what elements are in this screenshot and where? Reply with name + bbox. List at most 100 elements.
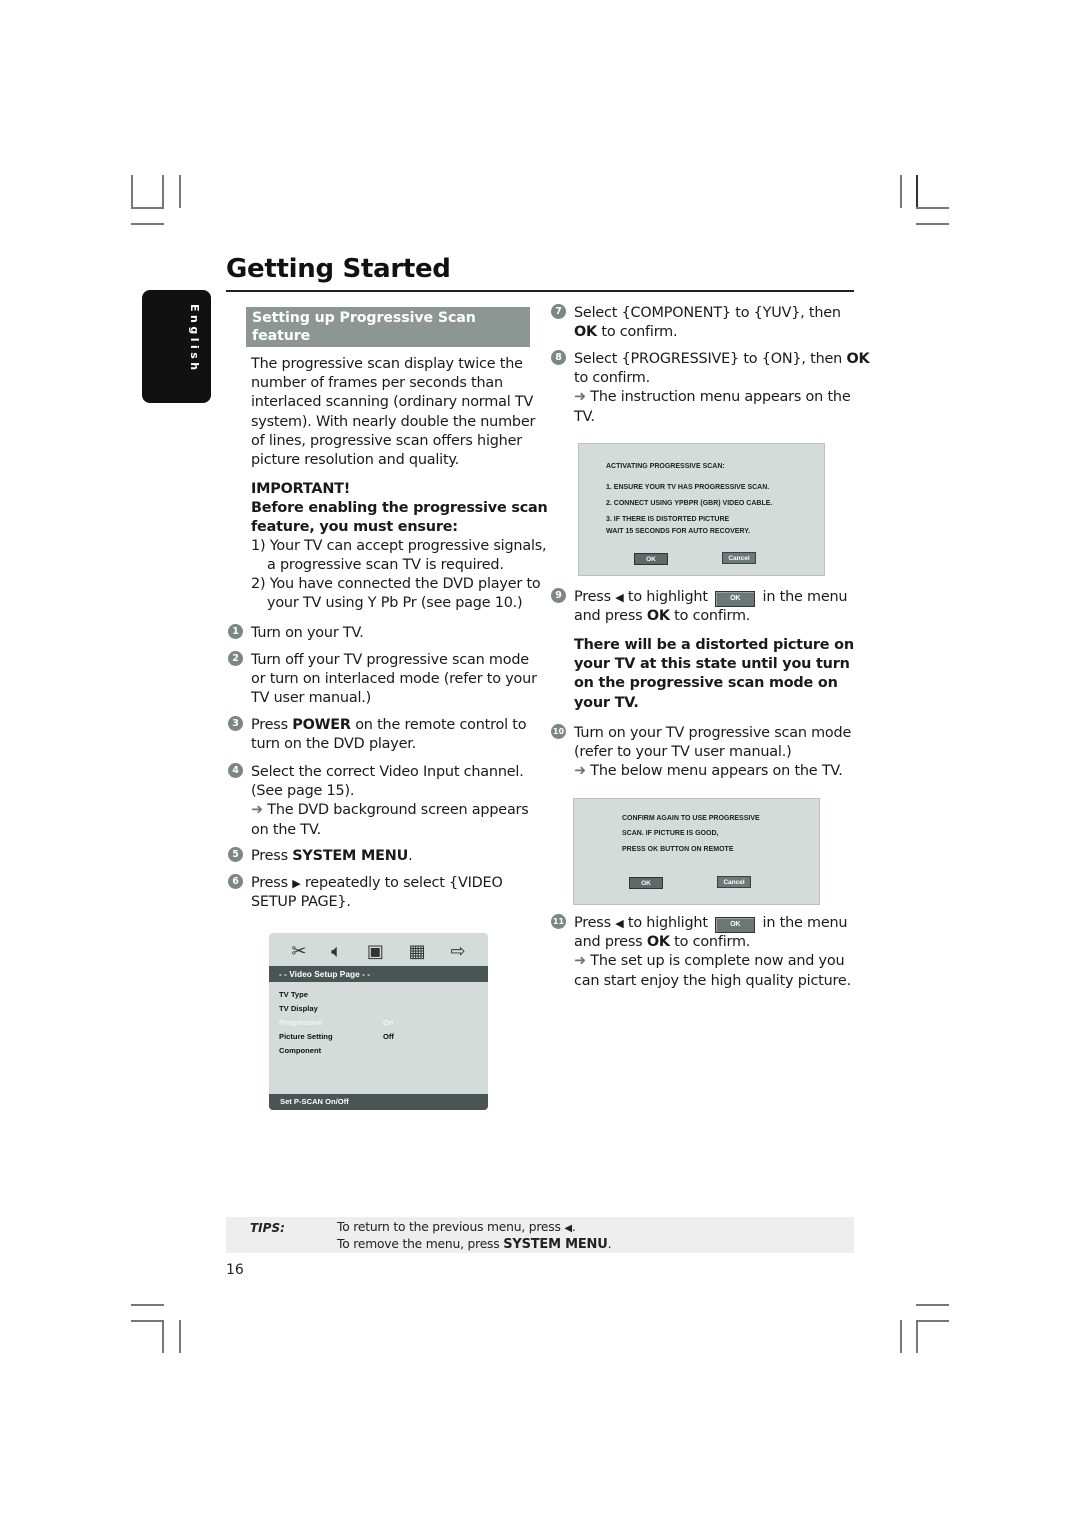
menu-header: - - Video Setup Page - -	[269, 966, 488, 982]
left-arrow-icon: ◀	[615, 917, 624, 930]
step-text: Press ▶ repeatedly to select {VIDEO SETU…	[251, 874, 503, 912]
crop-mark	[916, 223, 949, 225]
dialog-line: WAIT 15 SECONDS FOR AUTO RECOVERY.	[606, 528, 751, 535]
cancel-button[interactable]: Cancel	[722, 552, 756, 564]
text-span: to confirm.	[669, 608, 751, 625]
text-span: to confirm.	[597, 324, 678, 341]
step-number-badge: 10	[551, 724, 566, 739]
crop-mark	[916, 1320, 949, 1322]
step-number-badge: 8	[551, 350, 566, 365]
dialog-line: CONFIRM AGAIN TO USE PROGRESSIVE	[622, 815, 760, 822]
video-icon: ▣	[366, 940, 384, 962]
step-text: Press SYSTEM MENU.	[251, 847, 413, 866]
menu-item-label: Progressive	[279, 1018, 323, 1027]
speaker-icon: 🔈︎	[331, 940, 343, 962]
exit-icon: ⇨	[450, 940, 466, 962]
text-line: Select {COMPONENT} to {YUV}, then	[574, 305, 841, 321]
step-number-badge: 4	[228, 763, 243, 778]
step-number-badge: 5	[228, 847, 243, 862]
text-line: picture resolution and quality.	[251, 452, 460, 469]
crop-mark	[900, 175, 902, 208]
tips-label: TIPS:	[250, 1221, 285, 1235]
crop-mark	[916, 1304, 949, 1306]
system-menu-key-label: SYSTEM MENU	[503, 1237, 608, 1252]
text-span: The instruction menu appears on the	[590, 389, 851, 406]
step-number-badge: 11	[551, 914, 566, 929]
crop-mark	[162, 1320, 164, 1353]
text-line: your TV.	[574, 694, 639, 711]
arrow-icon: ➜	[574, 389, 586, 406]
text-span: repeatedly to select {VIDEO	[300, 875, 503, 891]
video-setup-menu-screen: ✂ 🔈︎ ▣ ▦ ⇨ - - Video Setup Page - - TV T…	[269, 933, 488, 1110]
menu-item-tv-display: TV Display	[279, 1004, 318, 1013]
crop-mark	[131, 175, 133, 208]
crop-mark	[131, 1320, 164, 1322]
step-text: Select {PROGRESSIVE} to {ON}, then OK to…	[574, 350, 870, 427]
text-span: .	[408, 848, 413, 864]
text-span: and press	[574, 934, 647, 951]
text-line: on the TV.	[251, 821, 322, 838]
dialog-title: ACTIVATING PROGRESSIVE SCAN:	[606, 463, 725, 470]
text-line: of lines, progressive scan offers higher	[251, 432, 522, 449]
step-text: Press ◀ to highlight OK in the menu and …	[574, 914, 851, 991]
crop-mark	[916, 1320, 918, 1353]
text-span: to highlight	[623, 915, 713, 931]
right-arrow-icon: ▶	[292, 877, 301, 890]
text-line: interlaced scanning (ordinary normal TV	[251, 394, 534, 411]
crop-mark	[162, 175, 164, 208]
menu-item-tv-type: TV Type	[279, 990, 308, 999]
text-span: .	[571, 1220, 576, 1234]
ok-button[interactable]: OK	[629, 877, 663, 889]
ok-button-illustration: OK	[715, 591, 756, 607]
text-line: The progressive scan display twice the	[251, 356, 523, 372]
text-line: Turn off your TV progressive scan mode	[251, 652, 529, 668]
text-span: To remove the menu, press	[337, 1237, 504, 1251]
menu-item-label: Component	[279, 1046, 322, 1055]
text-span: to highlight	[623, 589, 713, 605]
text-line: (refer to your TV user manual.)	[574, 744, 792, 761]
step-number-badge: 9	[551, 588, 566, 603]
tips-box: TIPS: To return to the previous menu, pr…	[226, 1217, 854, 1253]
text-line: Turn on your TV progressive scan mode	[574, 725, 852, 741]
menu-item-label: Picture Setting	[279, 1032, 333, 1041]
ok-button-illustration: OK	[715, 917, 756, 933]
ok-button[interactable]: OK	[634, 553, 668, 565]
text-span: The set up is complete now and you	[590, 953, 845, 970]
step-number-badge: 7	[551, 304, 566, 319]
text-span: The below menu appears on the TV.	[590, 763, 843, 780]
step-number-badge: 3	[228, 716, 243, 731]
menu-icon-bar: ✂ 🔈︎ ▣ ▦ ⇨	[269, 933, 488, 969]
text-line: Select the correct Video Input channel.	[251, 764, 524, 780]
crop-mark	[131, 207, 164, 209]
menu-item-progressive: Progressive On	[279, 1018, 479, 1027]
requirement-item: 1) Your TV can accept progressive signal…	[251, 537, 547, 575]
power-key-label: POWER	[292, 717, 351, 733]
text-line: (See page 15).	[251, 783, 355, 800]
text-line: 2) You have connected the DVD player to	[251, 576, 541, 592]
text-line: 1) Your TV can accept progressive signal…	[251, 538, 547, 554]
tips-line: To remove the menu, press SYSTEM MENU.	[337, 1237, 611, 1252]
menu-item-picture-setting: Picture Setting Off	[279, 1032, 479, 1041]
system-menu-key-label: SYSTEM MENU	[292, 848, 409, 864]
arrow-icon: ➜	[251, 802, 263, 819]
step-text: Turn on your TV.	[251, 624, 364, 643]
crop-mark	[916, 207, 949, 209]
step-text: Select the correct Video Input channel. …	[251, 763, 529, 840]
dialog-line: SCAN. IF PICTURE IS GOOD,	[622, 830, 719, 837]
crop-mark	[131, 1304, 164, 1306]
important-label: IMPORTANT!	[251, 481, 351, 497]
text-line: turn on the DVD player.	[251, 736, 417, 753]
dialog-line: 2. CONNECT USING YPBPR (GBR) VIDEO CABLE…	[606, 500, 773, 507]
text-line: to confirm.	[574, 370, 650, 387]
text-span: in the menu	[758, 915, 848, 931]
text-line: number of frames per seconds than	[251, 375, 503, 392]
text-line: system). With nearly double the number	[251, 413, 536, 430]
text-span: Press	[251, 848, 293, 864]
text-span: on the remote control to	[350, 717, 527, 733]
text-line: can start enjoy the high quality picture…	[574, 972, 851, 989]
text-line: SETUP PAGE}.	[251, 894, 351, 911]
cancel-button[interactable]: Cancel	[717, 876, 751, 888]
distortion-warning: There will be a distorted picture on you…	[574, 636, 854, 713]
step-text: Press POWER on the remote control to tur…	[251, 716, 527, 754]
text-span: Press	[574, 915, 616, 931]
